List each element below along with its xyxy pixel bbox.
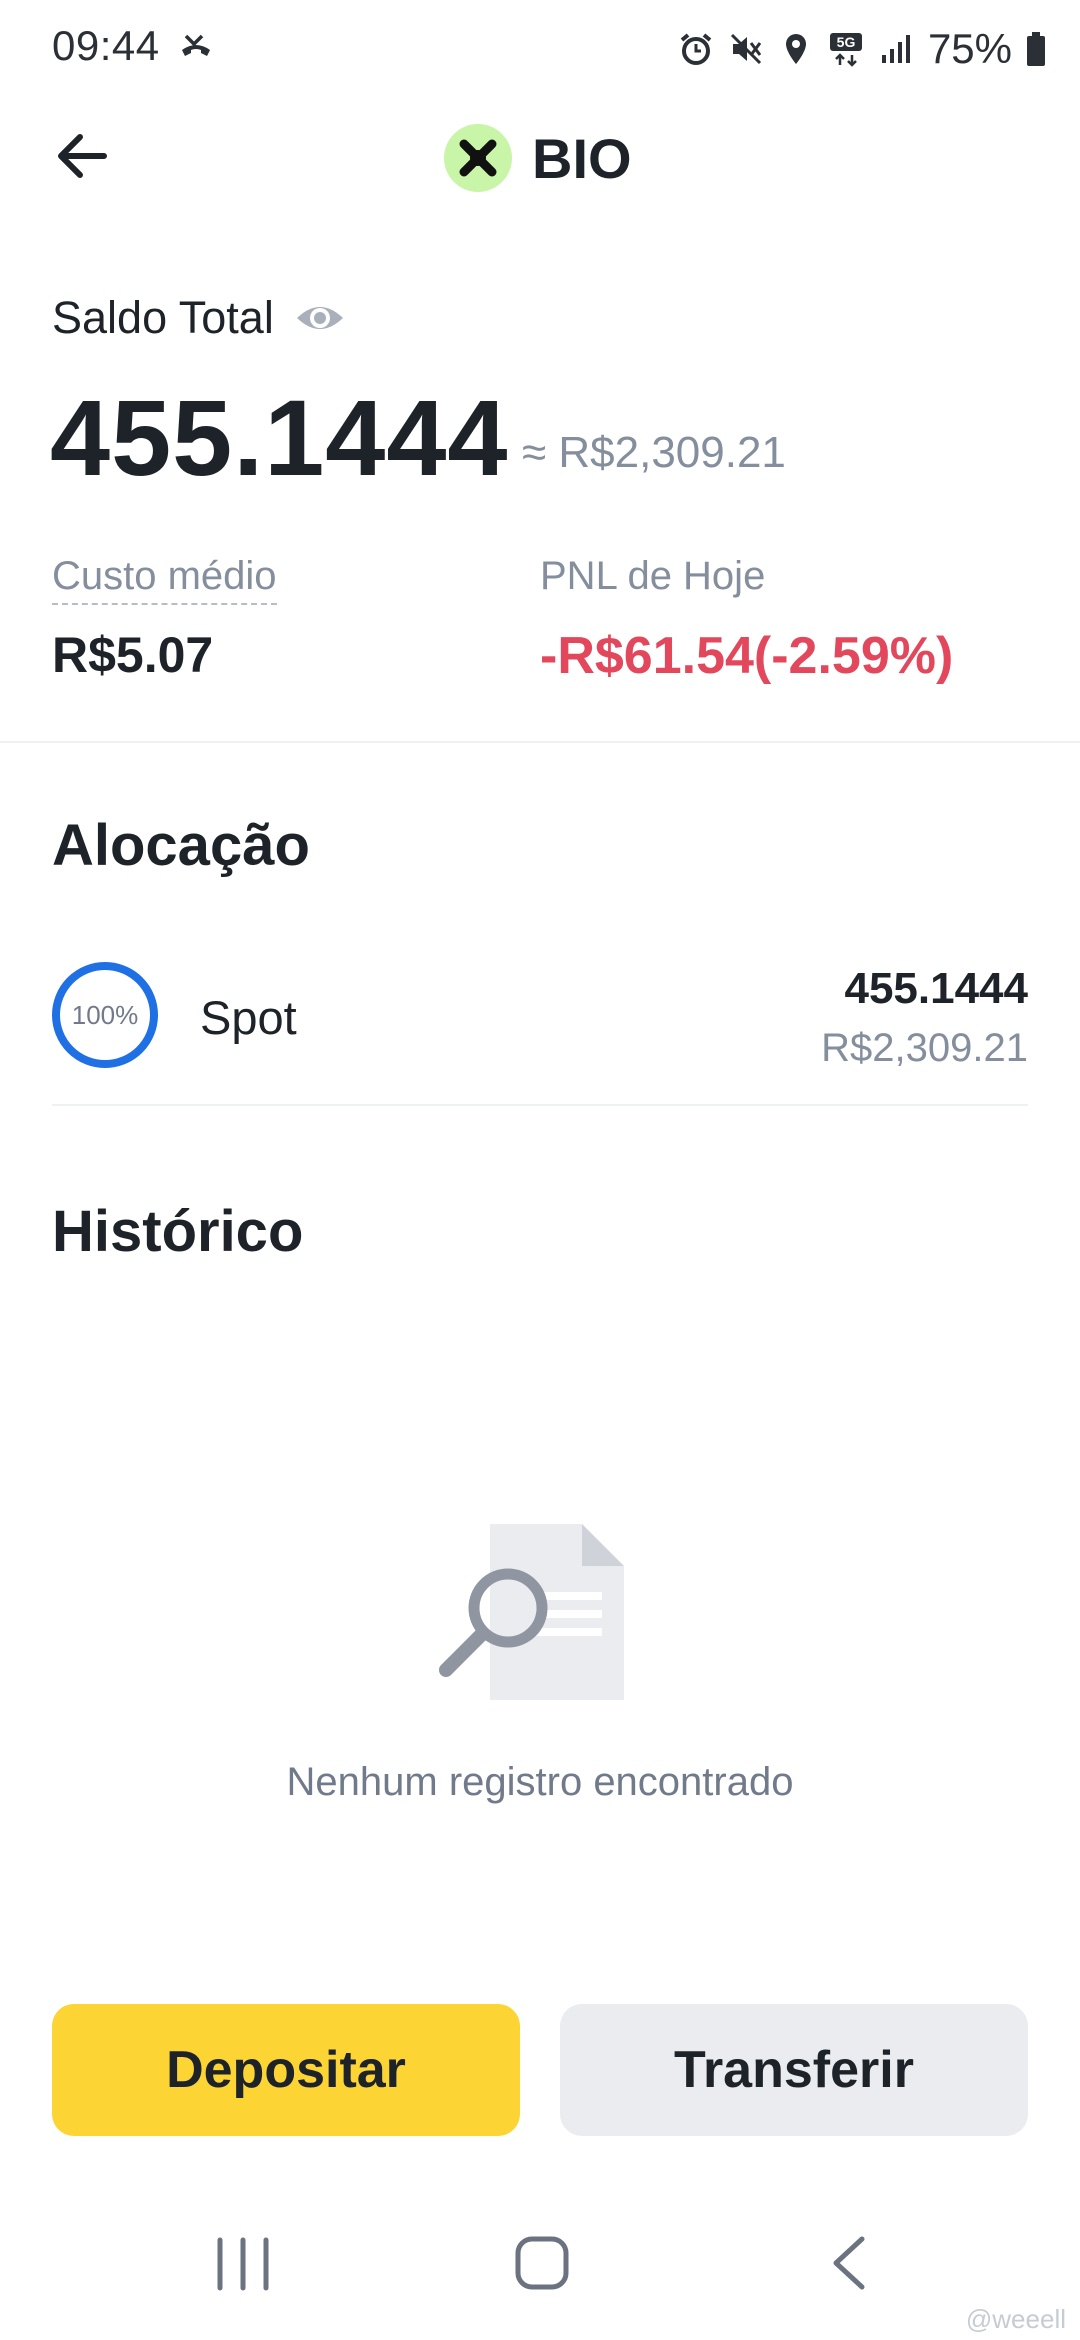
spot-fiat: R$2,309.21 (821, 1026, 1028, 1070)
status-icons: 5G 75% (678, 24, 1046, 74)
coin-symbol: BIO (532, 126, 632, 190)
home-icon[interactable] (514, 2234, 570, 2292)
status-time: 09:44 (52, 22, 160, 69)
missed-call-icon (182, 34, 210, 56)
transfer-button[interactable]: Transferir (560, 2004, 1028, 2136)
battery-icon (1027, 32, 1045, 66)
watermark: @weeell (965, 2304, 1066, 2334)
allocation-percent: 100% (71, 999, 139, 1030)
deposit-button[interactable]: Depositar (52, 2004, 520, 2136)
history-title: Histórico (52, 1199, 304, 1264)
svg-text:5G: 5G (837, 34, 856, 50)
eye-icon[interactable] (294, 294, 346, 342)
avg-cost-label[interactable]: Custo médio (52, 554, 277, 605)
mute-icon (730, 33, 762, 65)
nav-back-icon[interactable] (828, 2234, 868, 2292)
pnl-label: PNL de Hoje (540, 554, 766, 598)
coin-header: BIO (444, 120, 632, 196)
bio-coin-icon (444, 124, 512, 192)
signal-icon (881, 35, 910, 63)
5g-icon: 5G (829, 33, 862, 67)
location-icon (785, 34, 806, 64)
total-balance-label: Saldo Total (52, 292, 274, 343)
section-divider (0, 741, 1080, 743)
allocation-title: Alocação (52, 813, 310, 878)
back-arrow-icon[interactable] (52, 128, 112, 184)
empty-search-document-icon (439, 1524, 624, 1700)
balance-fiat: ≈ R$2,309.21 (522, 428, 786, 477)
empty-state-text: Nenhum registro encontrado (286, 1760, 794, 1804)
pnl-value: -R$61.54(-2.59%) (540, 627, 954, 685)
battery-level: 75% (927, 25, 1012, 72)
alarm-icon (680, 33, 712, 65)
recent-apps-icon[interactable] (214, 2236, 272, 2292)
balance-amount: 455.1444 (50, 377, 509, 498)
spot-amount: 455.1444 (844, 964, 1028, 1013)
allocation-item-spot[interactable]: Spot (200, 990, 297, 1045)
row-divider (52, 1104, 1028, 1106)
avg-cost-value: R$5.07 (52, 627, 214, 683)
